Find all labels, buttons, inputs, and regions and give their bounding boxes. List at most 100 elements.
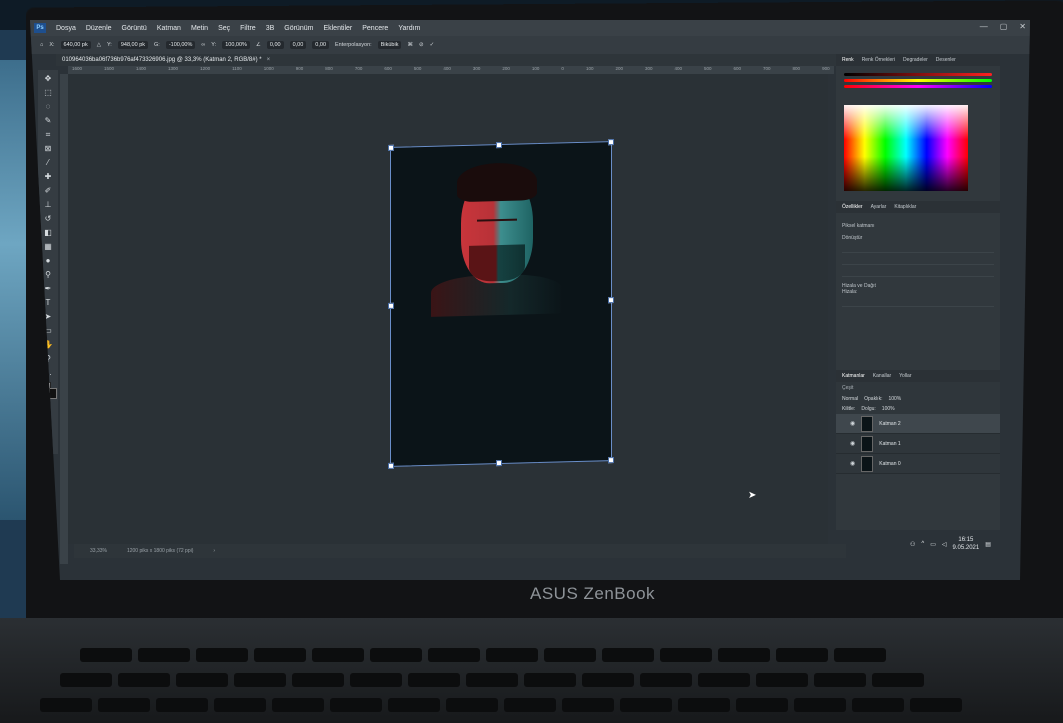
width-field[interactable]: -100,00%: [165, 41, 196, 49]
document-tab[interactable]: 010964036ba06f736b976af473326906.jpg @ 3…: [62, 57, 262, 63]
keyboard-deck: [0, 618, 1063, 723]
menu-view[interactable]: Görünüm: [284, 25, 313, 32]
height-field[interactable]: 100,00%: [222, 41, 250, 49]
close-tab-icon[interactable]: ×: [267, 57, 271, 63]
menu-image[interactable]: Görüntü: [122, 25, 147, 32]
properties-panel: Piksel katmanı Dönüştür Hizala ve Dağıt …: [836, 223, 1000, 307]
blur-tool-icon[interactable]: ●: [42, 256, 54, 265]
link-icon[interactable]: ∞: [201, 42, 205, 48]
triangle-icon[interactable]: △: [97, 42, 101, 48]
transform-handle-left[interactable]: [388, 302, 394, 309]
warp-icon[interactable]: ⌘: [407, 42, 413, 48]
transform-handle-top-right[interactable]: [608, 139, 614, 146]
quick-select-tool-icon[interactable]: ✎: [42, 116, 54, 125]
menu-layer[interactable]: Katman: [157, 25, 181, 32]
menu-filter[interactable]: Filtre: [240, 25, 256, 32]
battery-icon[interactable]: ▭: [930, 541, 936, 548]
tab-layers[interactable]: Katmanlar: [842, 373, 865, 379]
tab-swatches[interactable]: Renk Örnekleri: [862, 57, 895, 63]
menu-3d[interactable]: 3B: [266, 25, 275, 32]
close-icon[interactable]: ✕: [1019, 22, 1026, 31]
marquee-tool-icon[interactable]: ⬚: [42, 88, 54, 97]
tab-paths[interactable]: Yollar: [899, 373, 911, 379]
tab-channels[interactable]: Kanallar: [873, 373, 891, 379]
y-label: Y:: [106, 42, 112, 48]
ruler-tick: 1000: [263, 66, 274, 71]
eraser-tool-icon[interactable]: ◧: [42, 228, 54, 237]
tab-gradients[interactable]: Degradeler: [903, 57, 928, 63]
transform-handle-bottom-left[interactable]: [388, 462, 394, 469]
status-arrow-icon[interactable]: ›: [213, 548, 215, 554]
properties-transform-heading[interactable]: Dönüştür: [842, 235, 994, 241]
tab-adjustments[interactable]: Ayarlar: [871, 204, 887, 210]
stamp-tool-icon[interactable]: ⊥: [42, 200, 54, 209]
gradient-tool-icon[interactable]: ▦: [42, 242, 54, 251]
document-image[interactable]: [388, 139, 614, 469]
eye-icon[interactable]: ◉: [850, 420, 855, 427]
tab-color[interactable]: Renk: [842, 57, 854, 63]
layer-row[interactable]: ◉ Katman 2: [836, 414, 1000, 434]
menu-select[interactable]: Seç: [218, 25, 230, 32]
h-skew-field[interactable]: 0,00: [289, 41, 307, 49]
tab-libraries[interactable]: Kitaplıklar: [894, 204, 916, 210]
notifications-icon[interactable]: ▤: [985, 541, 991, 548]
menu-file[interactable]: Dosya: [56, 25, 76, 32]
healing-tool-icon[interactable]: ✚: [42, 172, 54, 181]
keyboard-key: [776, 648, 828, 662]
color-picker-field[interactable]: [844, 105, 968, 191]
transform-handle-top[interactable]: [496, 141, 502, 149]
opacity-field[interactable]: 100%: [888, 396, 901, 402]
speaker-icon[interactable]: ◁: [942, 541, 947, 548]
history-brush-icon[interactable]: ↺: [42, 214, 54, 223]
home-icon[interactable]: ⌂: [40, 42, 43, 48]
eye-icon[interactable]: ◉: [850, 460, 855, 467]
zoom-level[interactable]: 33,33%: [90, 548, 107, 554]
keyboard-key: [660, 648, 712, 662]
menu-bar: Ps Dosya Düzenle Görüntü Katman Metin Se…: [30, 20, 1030, 36]
menu-window[interactable]: Pencere: [362, 25, 388, 32]
transform-handle-right[interactable]: [608, 297, 614, 304]
move-tool-icon[interactable]: ✥: [42, 74, 54, 83]
menu-plugins[interactable]: Eklentiler: [323, 25, 352, 32]
person-icon[interactable]: ⚇: [910, 541, 915, 548]
eyedropper-tool-icon[interactable]: ⁄: [42, 158, 54, 167]
fill-field[interactable]: 100%: [882, 406, 895, 412]
layer-row[interactable]: ◉ Katman 0: [836, 454, 1000, 474]
blue-slider[interactable]: [844, 85, 992, 88]
chevron-up-icon[interactable]: ^: [921, 541, 924, 547]
v-skew-field[interactable]: 0,00: [312, 41, 330, 49]
frame-tool-icon[interactable]: ⊠: [42, 144, 54, 153]
transform-handle-top-left[interactable]: [388, 144, 394, 151]
green-slider[interactable]: [844, 79, 992, 82]
layers-search-input[interactable]: Çeşit: [842, 385, 853, 391]
ruler-tick: 600: [733, 66, 742, 71]
lasso-tool-icon[interactable]: ◌: [42, 102, 54, 111]
clock[interactable]: 16:15 9.05.2021: [953, 536, 980, 552]
blend-mode-select[interactable]: Normal: [842, 396, 858, 402]
transform-handle-bottom-right[interactable]: [608, 457, 614, 464]
menu-edit[interactable]: Düzenle: [86, 25, 112, 32]
ruler-tick: 100: [531, 66, 540, 71]
tab-patterns[interactable]: Desenler: [936, 57, 956, 63]
canvas-area[interactable]: ➤: [68, 74, 828, 544]
crop-tool-icon[interactable]: ⌗: [42, 130, 54, 139]
keyboard-key: [736, 698, 788, 712]
minimize-icon[interactable]: —: [980, 22, 988, 31]
commit-icon[interactable]: ✓: [430, 42, 435, 48]
keyboard-key: [272, 698, 324, 712]
eye-icon[interactable]: ◉: [850, 440, 855, 447]
width-label: G:: [154, 42, 160, 48]
cancel-icon[interactable]: ⊘: [419, 42, 424, 48]
menu-help[interactable]: Yardım: [398, 25, 420, 32]
maximize-icon[interactable]: ▢: [1000, 22, 1008, 31]
transform-handle-bottom[interactable]: [496, 459, 502, 467]
x-field[interactable]: 640,00 pk: [60, 41, 91, 49]
menu-type[interactable]: Metin: [191, 25, 208, 32]
tab-properties[interactable]: Özellikler: [842, 204, 863, 210]
red-slider[interactable]: [844, 73, 992, 76]
y-field[interactable]: 948,00 pk: [117, 41, 149, 49]
angle-field[interactable]: 0,00: [266, 41, 284, 49]
layer-row[interactable]: ◉ Katman 1: [836, 434, 1000, 454]
interpolation-select[interactable]: Bikübik: [377, 41, 402, 49]
brush-tool-icon[interactable]: ✐: [42, 186, 54, 195]
